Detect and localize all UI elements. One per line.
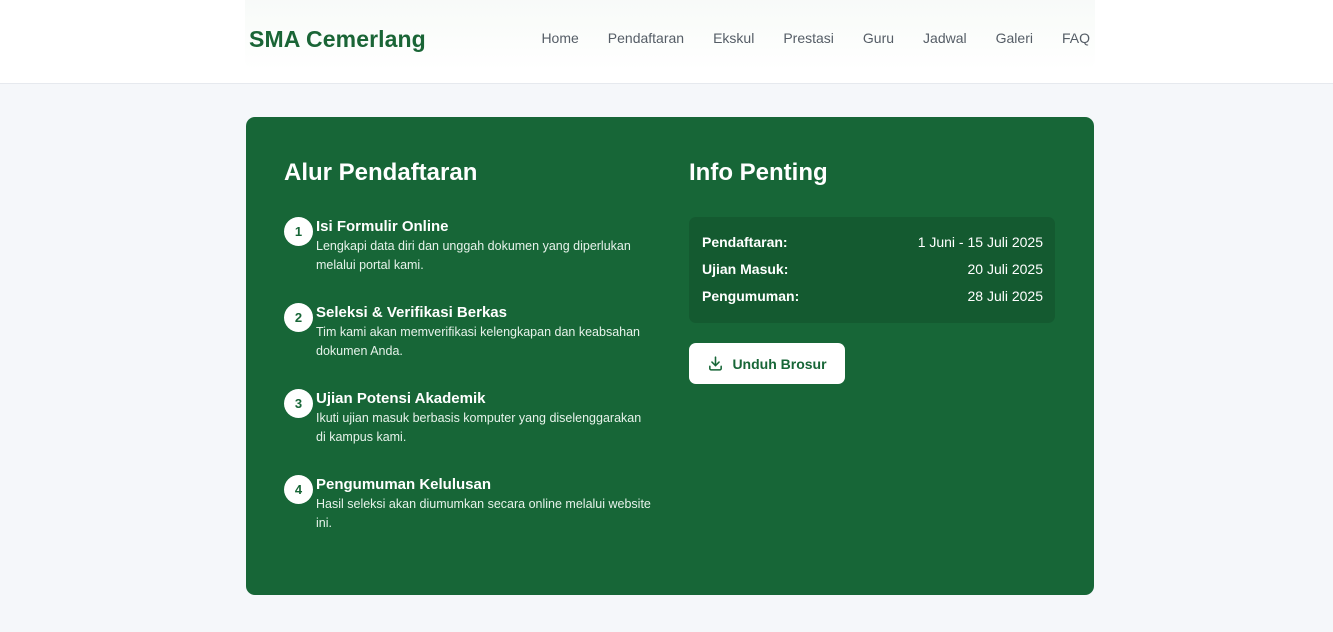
info-row-pengumuman: Pengumuman: 28 Juli 2025: [702, 283, 1043, 310]
info-label: Pengumuman:: [702, 288, 800, 304]
nav-galeri[interactable]: Galeri: [996, 30, 1033, 46]
nav-home[interactable]: Home: [541, 30, 578, 46]
step-item: 1 Isi Formulir Online Lengkapi data diri…: [284, 217, 654, 302]
step-title: Pengumuman Kelulusan: [316, 476, 492, 493]
step-title: Seleksi & Verifikasi Berkas: [316, 304, 507, 321]
download-icon: [707, 355, 724, 372]
nav-prestasi[interactable]: Prestasi: [783, 30, 834, 46]
step-description: Ikuti ujian masuk berbasis komputer yang…: [316, 411, 642, 444]
main-nav: Home Pendaftaran Ekskul Prestasi Guru Ja…: [541, 30, 1090, 46]
step-number-badge: 4: [284, 475, 313, 504]
site-header: SMA Cemerlang Home Pendaftaran Ekskul Pr…: [0, 0, 1333, 84]
step-item: 4 Pengumuman Kelulusan Hasil seleksi aka…: [284, 475, 654, 560]
step-number-badge: 1: [284, 217, 313, 246]
download-button-label: Unduh Brosur: [732, 355, 827, 372]
info-value: 20 Juli 2025: [967, 261, 1043, 277]
step-number-badge: 2: [284, 303, 313, 332]
registration-card: Alur Pendaftaran 1 Isi Formulir Online L…: [246, 117, 1094, 595]
step-list: 1 Isi Formulir Online Lengkapi data diri…: [284, 217, 654, 560]
step-description: Lengkapi data diri dan unggah dokumen ya…: [316, 239, 631, 272]
step-title: Isi Formulir Online: [316, 218, 449, 235]
info-schedule-box: Pendaftaran: 1 Juni - 15 Juli 2025 Ujian…: [689, 217, 1055, 323]
brand-logo-text[interactable]: SMA Cemerlang: [249, 26, 426, 53]
nav-ekskul[interactable]: Ekskul: [713, 30, 754, 46]
info-value: 1 Juni - 15 Juli 2025: [917, 234, 1043, 250]
info-row-pendaftaran: Pendaftaran: 1 Juni - 15 Juli 2025: [702, 229, 1043, 256]
registration-flow: Alur Pendaftaran 1 Isi Formulir Online L…: [284, 158, 654, 560]
info-label: Ujian Masuk:: [702, 261, 789, 277]
important-info-title: Info Penting: [689, 159, 828, 186]
step-item: 2 Seleksi & Verifikasi Berkas Tim kami a…: [284, 303, 654, 388]
info-value: 28 Juli 2025: [967, 288, 1043, 304]
step-description: Tim kami akan memverifikasi kelengkapan …: [316, 325, 641, 358]
nav-faq[interactable]: FAQ: [1062, 30, 1090, 46]
registration-flow-title: Alur Pendaftaran: [284, 159, 478, 186]
nav-jadwal[interactable]: Jadwal: [923, 30, 967, 46]
step-item: 3 Ujian Potensi Akademik Ikuti ujian mas…: [284, 389, 654, 474]
download-brochure-button[interactable]: Unduh Brosur: [689, 343, 845, 384]
info-row-ujian-masuk: Ujian Masuk: 20 Juli 2025: [702, 256, 1043, 283]
nav-guru[interactable]: Guru: [863, 30, 894, 46]
step-number-badge: 3: [284, 389, 313, 418]
step-title: Ujian Potensi Akademik: [316, 390, 486, 407]
important-info: Info Penting Pendaftaran: 1 Juni - 15 Ju…: [689, 158, 1055, 384]
step-description: Hasil seleksi akan diumumkan secara onli…: [316, 497, 651, 530]
info-label: Pendaftaran:: [702, 234, 788, 250]
nav-pendaftaran[interactable]: Pendaftaran: [608, 30, 684, 46]
